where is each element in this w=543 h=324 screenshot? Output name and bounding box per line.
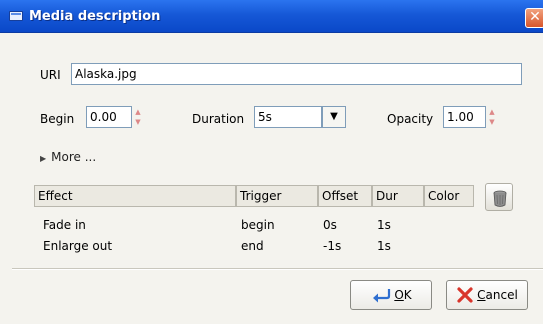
media-description-dialog: Media description ✕ URI Alaska.jpg Begin… [0, 0, 543, 324]
window-title: Media description [29, 9, 161, 24]
offset-cell: 0s [323, 218, 337, 232]
expand-arrow-icon: ▶ [40, 154, 47, 163]
ok-icon [373, 289, 391, 303]
cancel-button[interactable]: Cancel [446, 280, 528, 310]
opacity-input[interactable]: 1.00 [443, 106, 486, 128]
opacity-label: Opacity [387, 112, 434, 126]
opacity-spinner[interactable]: ▲ ▼ [487, 107, 497, 127]
begin-label: Begin [40, 112, 75, 126]
spin-down-icon[interactable]: ▼ [133, 117, 143, 127]
effect-cell: Enlarge out [43, 239, 113, 253]
column-header-color[interactable]: Color [424, 185, 474, 207]
cancel-label: ancel [485, 288, 518, 302]
dur-cell: 1s [377, 218, 391, 232]
window-icon [9, 11, 23, 21]
ok-button[interactable]: OK [350, 280, 432, 310]
spin-down-icon[interactable]: ▼ [487, 117, 497, 127]
dropdown-arrow-icon: ▼ [330, 111, 338, 122]
uri-label: URI [40, 68, 61, 82]
ok-mnemonic: O [394, 288, 404, 302]
begin-spinner[interactable]: ▲ ▼ [133, 107, 143, 127]
column-header-dur[interactable]: Dur [372, 185, 424, 207]
uri-input[interactable]: Alaska.jpg [71, 63, 522, 85]
title-bar: Media description ✕ [0, 0, 543, 33]
duration-dropdown-button[interactable]: ▼ [322, 106, 346, 128]
trigger-cell: begin [241, 218, 275, 232]
dur-cell: 1s [377, 239, 391, 253]
column-header-trigger[interactable]: Trigger [236, 185, 318, 207]
column-header-offset[interactable]: Offset [318, 185, 372, 207]
more-label: More ... [51, 150, 97, 164]
column-header-effect[interactable]: Effect [34, 185, 236, 207]
spin-up-icon[interactable]: ▲ [487, 107, 497, 117]
trash-icon [493, 190, 507, 207]
spin-up-icon[interactable]: ▲ [133, 107, 143, 117]
separator [12, 268, 543, 270]
delete-effect-button[interactable] [485, 183, 513, 211]
more-toggle[interactable]: ▶ More ... [40, 150, 96, 164]
cancel-icon [457, 287, 473, 303]
offset-cell: -1s [323, 239, 342, 253]
trigger-cell: end [241, 239, 264, 253]
effect-cell: Fade in [43, 218, 86, 232]
duration-label: Duration [192, 112, 245, 126]
cancel-mnemonic: C [477, 288, 486, 302]
duration-input[interactable]: 5s [254, 106, 322, 128]
ok-label: K [403, 288, 412, 302]
close-button[interactable]: ✕ [525, 8, 543, 28]
begin-input[interactable]: 0.00 [86, 106, 132, 128]
